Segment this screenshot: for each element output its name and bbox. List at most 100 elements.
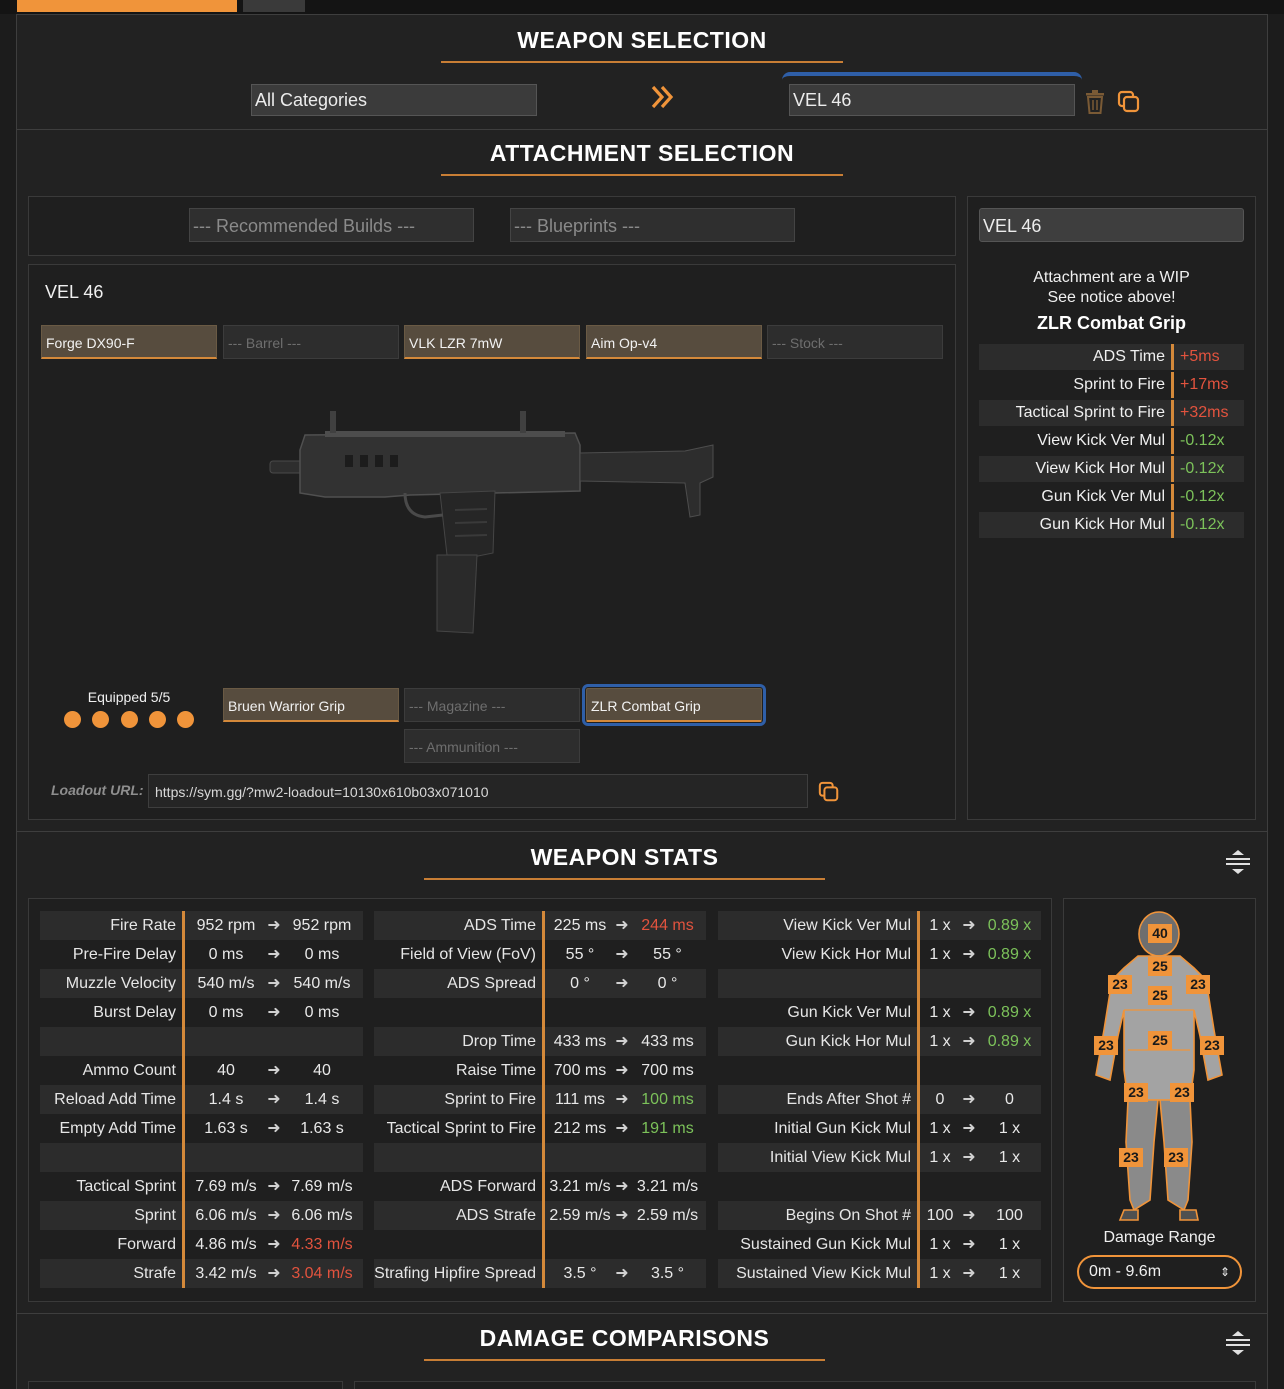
- arrow-icon: [615, 1230, 629, 1259]
- weapon-select[interactable]: VEL 46: [789, 84, 1075, 116]
- stat-base-value: 3.42 m/s: [195, 1265, 257, 1282]
- slot-stock[interactable]: --- Stock ---: [767, 325, 943, 359]
- stat-new-value: [629, 998, 706, 1027]
- expand-collapse-icon[interactable]: [1224, 848, 1252, 876]
- trash-icon[interactable]: [1084, 89, 1106, 115]
- stat-label: Empty Add Time: [59, 1120, 177, 1137]
- copy-icon[interactable]: [1117, 90, 1141, 114]
- attachment-stat-row: View Kick Hor Mul -0.12x: [979, 456, 1244, 482]
- slot-optic[interactable]: Aim Op-v4: [586, 325, 762, 359]
- stat-label: View Kick Hor Mul: [1035, 460, 1165, 477]
- attachment-stat-row: Sprint to Fire +17ms: [979, 372, 1244, 398]
- slot-rear-grip[interactable]: Bruen Warrior Grip: [223, 688, 399, 722]
- arrow-icon: ➜: [962, 1207, 976, 1224]
- slot-muzzle[interactable]: Forge DX90-F: [41, 325, 217, 359]
- tab-active[interactable]: [17, 0, 237, 12]
- weapon-stats-title: WEAPON STATS: [530, 844, 719, 870]
- attachment-stat-row: View Kick Ver Mul -0.12x: [979, 428, 1244, 454]
- left-shoulder-damage: 23: [1108, 975, 1132, 994]
- stat-value: +5ms: [1180, 348, 1220, 365]
- info-weapon-select[interactable]: VEL 46: [979, 208, 1244, 242]
- loadout-url-field[interactable]: https://sym.gg/?mw2-loadout=10130x610b03…: [148, 774, 808, 808]
- weapon-selection-title: WEAPON SELECTION: [517, 27, 767, 53]
- comparison-left-panel: [28, 1381, 343, 1389]
- arrow-icon: ➜: [615, 1120, 629, 1137]
- stat-base-value: 1 x: [929, 1033, 951, 1050]
- equipped-indicator: [64, 711, 194, 728]
- stat-base-value: 4.86 m/s: [195, 1236, 257, 1253]
- arrow-icon: ➜: [962, 1004, 976, 1021]
- left-arm-damage: 23: [1094, 1036, 1118, 1055]
- stat-label: ADS Spread: [447, 975, 536, 992]
- stat-label: ADS Time: [1092, 348, 1165, 365]
- stat-row: ADS Time 225 ms ➜ 244 ms: [374, 911, 706, 940]
- stat-label: Gun Kick Hor Mul: [785, 1033, 911, 1050]
- stat-label: Tactical Sprint: [76, 1178, 176, 1195]
- arrow-icon: ➜: [267, 946, 281, 963]
- recommended-builds-select[interactable]: --- Recommended Builds ---: [189, 208, 474, 242]
- stat-new-value: 952 rpm: [292, 917, 352, 934]
- category-select[interactable]: All Categories: [251, 84, 537, 116]
- equipped-dot: [92, 711, 110, 728]
- stat-new-value: 3.5 °: [650, 1265, 685, 1282]
- stat-label: Sprint to Fire: [444, 1091, 536, 1108]
- right-thigh-damage: 23: [1170, 1083, 1194, 1102]
- stat-label: Gun Kick Hor Mul: [1039, 516, 1165, 533]
- stat-label: Strafe: [133, 1265, 176, 1282]
- arrow-icon: ➜: [615, 1033, 629, 1050]
- stat-base-value: [920, 1172, 960, 1201]
- arrow-icon: ➜: [267, 917, 281, 934]
- stat-new-value: 1.63 s: [300, 1120, 344, 1137]
- stat-base-value: [185, 1143, 267, 1172]
- head-damage: 40: [1148, 924, 1172, 943]
- stat-label: ADS Forward: [439, 1178, 536, 1195]
- damage-range-select[interactable]: 0m - 9.6m ⇕: [1077, 1255, 1242, 1289]
- stat-row: Sustained View Kick Mul 1 x ➜ 1 x: [718, 1259, 1041, 1288]
- stat-new-value: [629, 1230, 706, 1259]
- stat-base-value: [920, 1056, 960, 1085]
- arrow-icon: ➜: [267, 1120, 281, 1137]
- equipped-label: Equipped 5/5: [87, 689, 171, 705]
- stats-table-general: Fire Rate 952 rpm ➜ 952 rpm Pre-Fire Delay 0 …: [40, 911, 363, 1288]
- stat-row: Ends After Shot # 0 ➜ 0: [718, 1085, 1041, 1114]
- damage-range-value: 0m - 9.6m: [1089, 1263, 1162, 1280]
- slot-barrel[interactable]: --- Barrel ---: [223, 325, 399, 359]
- stat-label: Initial View Kick Mul: [769, 1149, 911, 1166]
- arrow-icon: ➜: [267, 975, 281, 992]
- copy-url-icon[interactable]: [818, 781, 840, 803]
- select-arrows-icon: ⇕: [1219, 1265, 1230, 1279]
- stat-label: Pre-Fire Delay: [72, 946, 176, 963]
- attachment-stat-row: ADS Time +5ms: [979, 344, 1244, 370]
- stat-label: View Kick Ver Mul: [1037, 432, 1165, 449]
- attachment-selection-title: ATTACHMENT SELECTION: [489, 140, 795, 166]
- blueprints-select[interactable]: --- Blueprints ---: [510, 208, 795, 242]
- stat-new-value: 2.59 m/s: [636, 1207, 699, 1224]
- slot-underbarrel[interactable]: ZLR Combat Grip: [582, 684, 766, 726]
- tab-secondary[interactable]: [243, 0, 305, 12]
- arrow-icon: ➜: [962, 1236, 976, 1253]
- stat-row: Burst Delay 0 ms ➜ 0 ms: [40, 998, 363, 1027]
- stat-new-value: [978, 969, 1041, 998]
- stat-base-value: 55 °: [565, 946, 595, 963]
- stat-row: Reload Add Time 1.4 s ➜ 1.4 s: [40, 1085, 363, 1114]
- arrow-icon: [960, 1172, 978, 1201]
- slot-laser[interactable]: VLK LZR 7mW: [404, 325, 580, 359]
- comparison-right-panel: [354, 1381, 1256, 1389]
- arrow-icon: ➜: [962, 917, 976, 934]
- stat-base-value: 7.69 m/s: [195, 1178, 257, 1195]
- stat-label: Drop Time: [462, 1033, 536, 1050]
- stat-label: Tactical Sprint to Fire: [386, 1120, 536, 1137]
- stat-value: -0.12x: [1180, 432, 1225, 449]
- stat-base-value: 225 ms: [553, 917, 607, 934]
- expand-collapse-icon[interactable]: [1224, 1329, 1252, 1357]
- stat-label: Begins On Shot #: [785, 1207, 911, 1224]
- stat-label: Sustained View Kick Mul: [736, 1265, 911, 1282]
- weapon-name: VEL 46: [45, 282, 104, 302]
- arrow-icon: [960, 969, 978, 998]
- stat-label: Tactical Sprint to Fire: [1015, 404, 1165, 421]
- slot-ammunition[interactable]: --- Ammunition ---: [404, 729, 580, 763]
- double-chevron-right-icon[interactable]: [650, 84, 676, 110]
- stat-row: Forward 4.86 m/s ➜ 4.33 m/s: [40, 1230, 363, 1259]
- slot-magazine[interactable]: --- Magazine ---: [404, 688, 580, 722]
- stat-new-value: 4.33 m/s: [291, 1236, 353, 1253]
